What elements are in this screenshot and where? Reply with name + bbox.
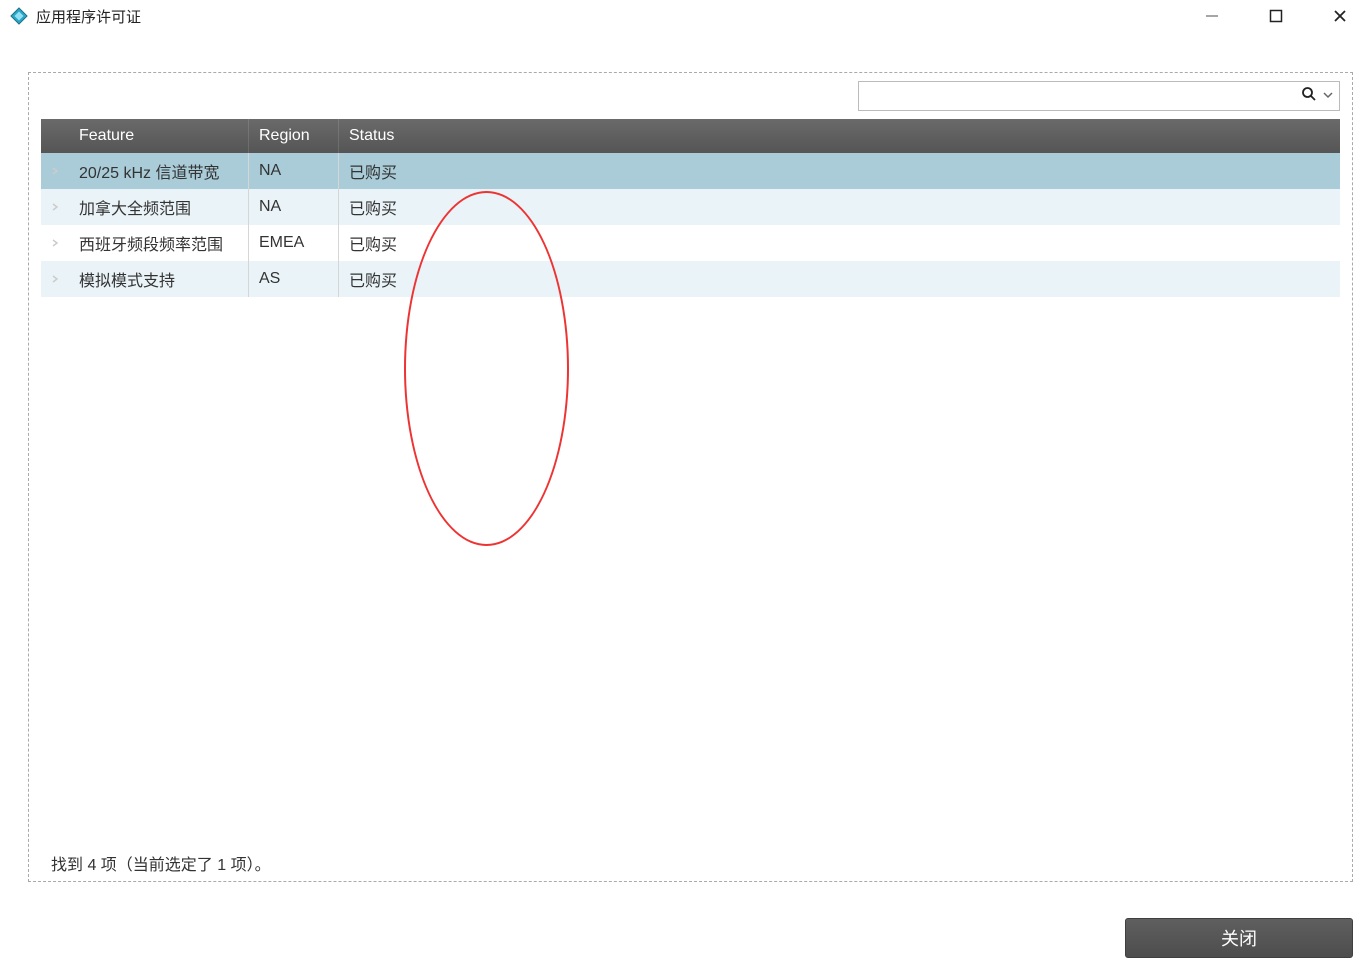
maximize-button[interactable] <box>1261 1 1291 31</box>
cell-region: NA <box>249 189 339 225</box>
status-bar: 找到 4 项（当前选定了 1 项）。 <box>51 851 271 875</box>
column-header-region[interactable]: Region <box>249 119 339 153</box>
table-row[interactable]: 西班牙频段频率范围EMEA已购买 <box>41 225 1340 261</box>
column-header-status[interactable]: Status <box>339 119 1340 153</box>
expand-icon[interactable] <box>41 225 69 261</box>
cell-status: 已购买 <box>339 225 1340 261</box>
cell-region: AS <box>249 261 339 297</box>
search-box[interactable] <box>858 81 1340 111</box>
cell-region: NA <box>249 153 339 189</box>
license-table: Feature Region Status 20/25 kHz 信道带宽NA已购… <box>41 119 1340 297</box>
search-input[interactable] <box>867 82 1297 110</box>
footer: 关闭 <box>1125 918 1353 958</box>
cell-feature: 西班牙频段频率范围 <box>69 225 249 261</box>
minimize-button[interactable] <box>1197 1 1227 31</box>
cell-feature: 加拿大全频范围 <box>69 189 249 225</box>
table-row[interactable]: 模拟模式支持AS已购买 <box>41 261 1340 297</box>
table-row[interactable]: 加拿大全频范围NA已购买 <box>41 189 1340 225</box>
content-panel: Feature Region Status 20/25 kHz 信道带宽NA已购… <box>28 72 1353 882</box>
window-title: 应用程序许可证 <box>36 6 141 27</box>
table-body: 20/25 kHz 信道带宽NA已购买加拿大全频范围NA已购买西班牙频段频率范围… <box>41 153 1340 297</box>
table-header-row: Feature Region Status <box>41 119 1340 153</box>
chevron-down-icon[interactable] <box>1323 90 1333 103</box>
close-button[interactable]: 关闭 <box>1125 918 1353 958</box>
search-row <box>35 79 1346 119</box>
cell-feature: 模拟模式支持 <box>69 261 249 297</box>
search-icon[interactable] <box>1301 86 1317 107</box>
close-window-button[interactable] <box>1325 1 1355 31</box>
titlebar: 应用程序许可证 <box>0 0 1371 32</box>
expand-icon[interactable] <box>41 189 69 225</box>
cell-status: 已购买 <box>339 189 1340 225</box>
expand-icon[interactable] <box>41 261 69 297</box>
app-icon <box>10 7 28 25</box>
column-header-feature[interactable]: Feature <box>69 119 249 153</box>
window-controls <box>1197 1 1367 31</box>
cell-region: EMEA <box>249 225 339 261</box>
cell-status: 已购买 <box>339 153 1340 189</box>
cell-feature: 20/25 kHz 信道带宽 <box>69 153 249 189</box>
cell-status: 已购买 <box>339 261 1340 297</box>
expand-icon[interactable] <box>41 153 69 189</box>
table-row[interactable]: 20/25 kHz 信道带宽NA已购买 <box>41 153 1340 189</box>
